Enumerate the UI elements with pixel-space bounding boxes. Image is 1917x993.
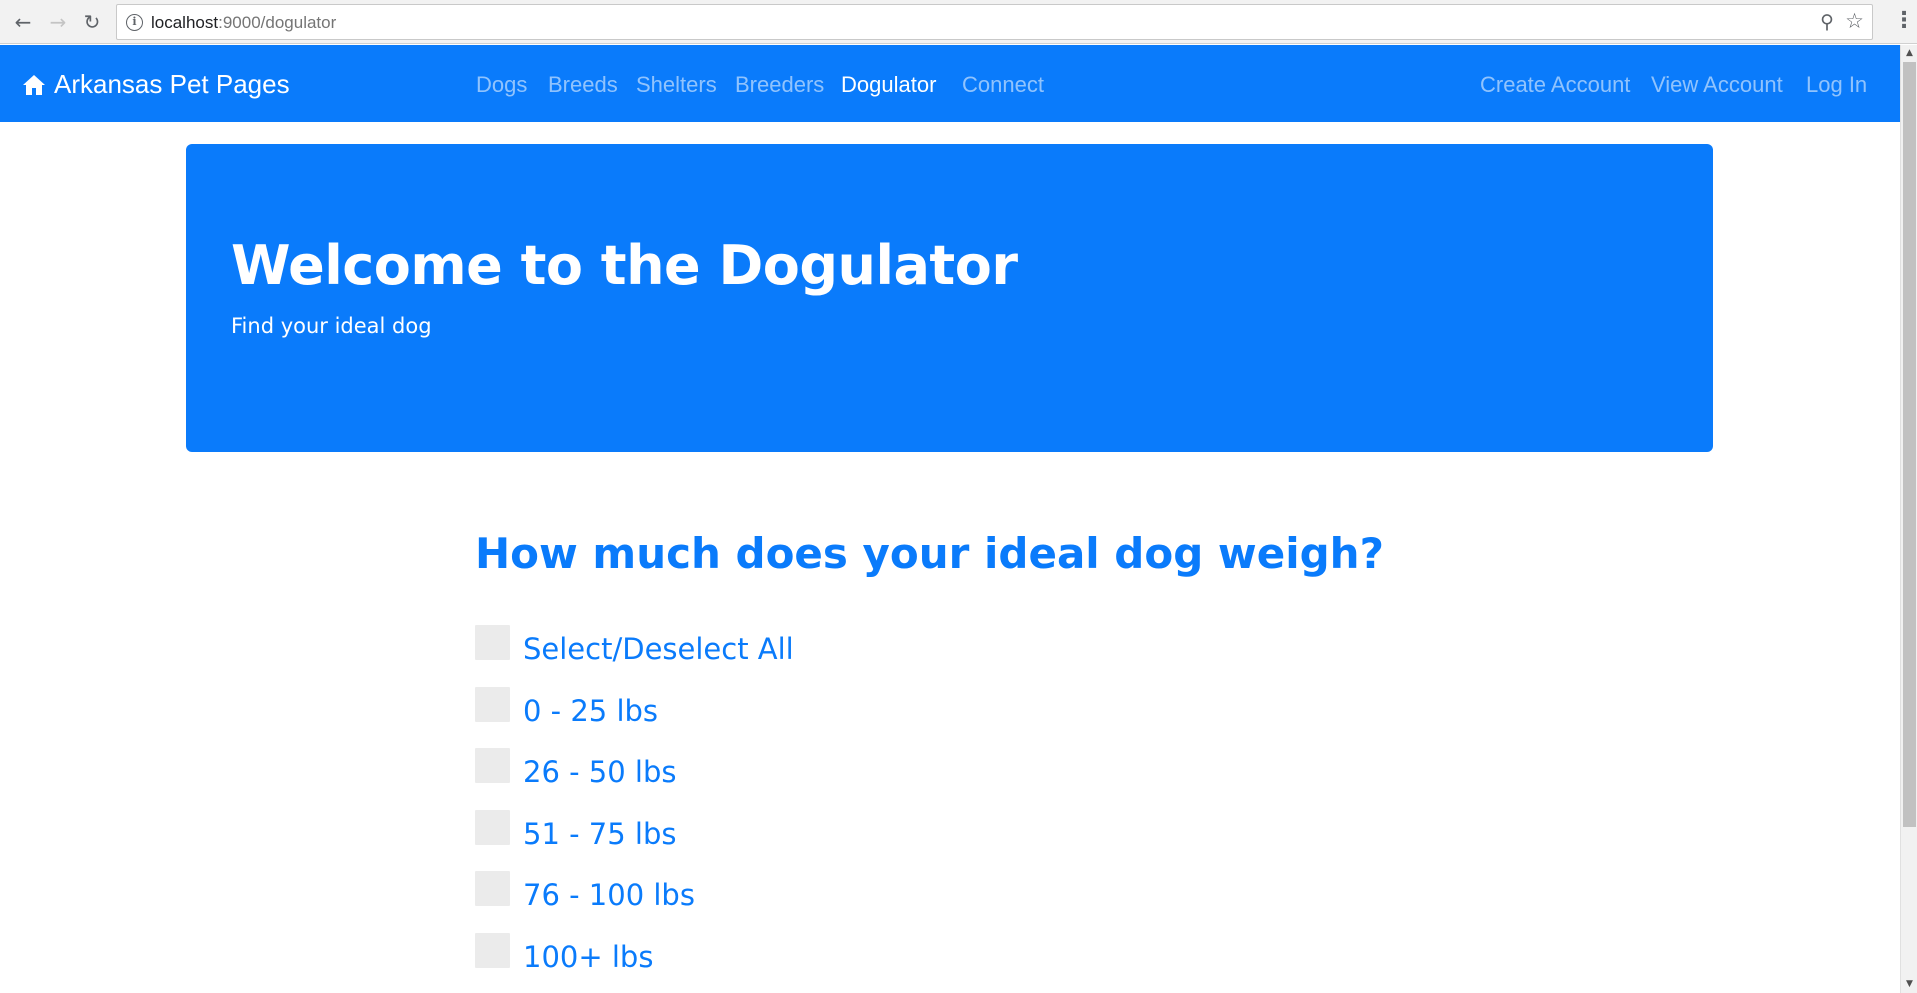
nav-link-log-in[interactable]: Log In (1806, 72, 1867, 98)
page-scrollbar[interactable]: ▲ ▼ (1900, 45, 1917, 993)
address-bar[interactable]: i localhost:9000/dogulator ⚲ ☆ (116, 4, 1873, 40)
page-title: Welcome to the Dogulator (231, 234, 1018, 297)
scrollbar-thumb[interactable] (1903, 62, 1916, 827)
option-label[interactable]: Select/Deselect All (523, 632, 794, 666)
browser-toolbar: ← → ↻ i localhost:9000/dogulator ⚲ ☆ ⋮ (0, 0, 1917, 44)
browser-menu-icon[interactable]: ⋮ (1893, 8, 1915, 33)
brand-label: Arkansas Pet Pages (54, 69, 290, 99)
brand-link[interactable]: Arkansas Pet Pages (22, 69, 290, 100)
url-path: :9000/dogulator (218, 13, 337, 32)
nav-link-dogulator[interactable]: Dogulator (841, 72, 936, 98)
page-subtitle: Find your ideal dog (231, 314, 432, 338)
nav-link-connect[interactable]: Connect (962, 72, 1044, 98)
weight-100-plus-checkbox[interactable] (475, 933, 510, 968)
option-label[interactable]: 76 - 100 lbs (523, 878, 695, 912)
zoom-icon[interactable]: ⚲ (1820, 11, 1834, 33)
nav-link-view-account[interactable]: View Account (1651, 72, 1783, 98)
bookmark-star-icon[interactable]: ☆ (1845, 9, 1864, 33)
option-label[interactable]: 0 - 25 lbs (523, 694, 658, 728)
reload-icon[interactable]: ↻ (78, 8, 106, 36)
welcome-jumbotron: Welcome to the Dogulator Find your ideal… (186, 144, 1713, 452)
option-label[interactable]: 26 - 50 lbs (523, 755, 677, 789)
nav-link-dogs[interactable]: Dogs (476, 72, 527, 98)
url-text: localhost:9000/dogulator (151, 13, 336, 33)
weight-26-50-checkbox[interactable] (475, 748, 510, 783)
back-arrow-icon[interactable]: ← (9, 8, 37, 36)
option-label[interactable]: 51 - 75 lbs (523, 817, 677, 851)
nav-link-breeders[interactable]: Breeders (735, 72, 824, 98)
url-host: localhost (151, 13, 219, 32)
home-icon (23, 74, 45, 95)
forward-arrow-icon[interactable]: → (44, 8, 72, 36)
option-weight-100-plus: 100+ lbs (475, 933, 653, 974)
site-navbar: Arkansas Pet Pages Dogs Breeds Shelters … (0, 45, 1900, 122)
weight-question-heading: How much does your ideal dog weigh? (475, 529, 1384, 578)
nav-link-create-account[interactable]: Create Account (1480, 72, 1630, 98)
nav-link-breeds[interactable]: Breeds (548, 72, 618, 98)
option-select-all: Select/Deselect All (475, 625, 794, 666)
weight-51-75-checkbox[interactable] (475, 810, 510, 845)
weight-76-100-checkbox[interactable] (475, 871, 510, 906)
select-all-checkbox[interactable] (475, 625, 510, 660)
option-weight-0-25: 0 - 25 lbs (475, 687, 658, 728)
option-label[interactable]: 100+ lbs (523, 940, 653, 974)
option-weight-51-75: 51 - 75 lbs (475, 810, 677, 851)
scroll-up-arrow-icon[interactable]: ▲ (1901, 45, 1917, 62)
nav-link-shelters[interactable]: Shelters (636, 72, 717, 98)
weight-0-25-checkbox[interactable] (475, 687, 510, 722)
site-info-icon[interactable]: i (126, 14, 143, 31)
option-weight-76-100: 76 - 100 lbs (475, 871, 695, 912)
scroll-down-arrow-icon[interactable]: ▼ (1901, 976, 1917, 993)
option-weight-26-50: 26 - 50 lbs (475, 748, 677, 789)
